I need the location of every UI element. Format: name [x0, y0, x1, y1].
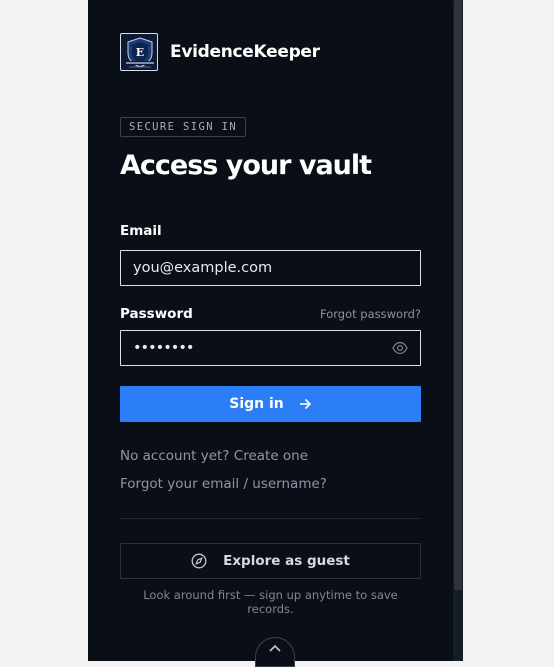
scrollbar[interactable] — [453, 0, 463, 661]
sign-in-button[interactable]: Sign in — [120, 386, 421, 422]
password-value: •••••••• — [133, 340, 194, 356]
email-label: Email — [120, 223, 162, 239]
forgot-email-link[interactable]: Forgot your email / username? — [120, 476, 327, 492]
arrow-right-icon — [299, 398, 311, 410]
brand-header: E EvidenceKeeper — [120, 32, 320, 72]
email-value: you@example.com — [133, 260, 273, 276]
sign-in-label: Sign in — [229, 396, 284, 412]
divider — [120, 518, 421, 519]
email-field[interactable]: you@example.com — [120, 250, 421, 286]
page-title: Access your vault — [120, 150, 372, 181]
secure-sign-in-badge: SECURE SIGN IN — [120, 117, 247, 137]
compass-icon — [191, 553, 207, 569]
scrollbar-thumb[interactable] — [454, 0, 462, 590]
guest-note: Look around first — sign up anytime to s… — [143, 588, 398, 616]
svg-text:E: E — [136, 46, 144, 59]
explore-as-guest-button[interactable]: Explore as guest — [120, 543, 421, 579]
forgot-password-link[interactable]: Forgot password? — [320, 307, 421, 321]
brand-logo-icon: E — [120, 33, 158, 71]
chevron-up-icon — [269, 644, 281, 652]
password-label: Password — [120, 306, 193, 322]
eye-icon[interactable] — [392, 341, 408, 355]
explore-as-guest-label: Explore as guest — [223, 553, 350, 569]
brand-name: EvidenceKeeper — [170, 42, 320, 62]
create-account-link[interactable]: No account yet? Create one — [120, 448, 308, 464]
password-field[interactable]: •••••••• — [120, 330, 421, 366]
